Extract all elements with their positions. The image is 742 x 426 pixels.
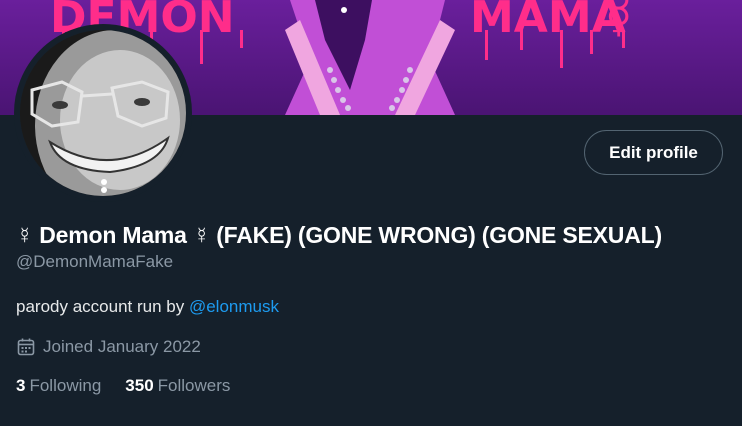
calendar-icon — [17, 338, 35, 356]
joined-date: Joined January 2022 — [16, 337, 201, 357]
follow-stats: 3 Following 350 Followers — [16, 376, 230, 396]
svg-text:MAMA: MAMA — [470, 0, 626, 43]
bio-mention-link[interactable]: @elonmusk — [189, 297, 279, 316]
followers-link[interactable]: 350 Followers — [125, 376, 230, 396]
following-link[interactable]: 3 Following — [16, 376, 101, 396]
edit-profile-button[interactable]: Edit profile — [584, 130, 723, 175]
bio: parody account run by @elonmusk — [16, 297, 279, 317]
followers-label: Followers — [157, 376, 231, 395]
bio-text: parody account run by — [16, 297, 189, 316]
display-name: ☿ Demon Mama ☿ (FAKE) (GONE WRONG) (GONE… — [16, 222, 662, 248]
joined-text: Joined January 2022 — [43, 337, 201, 356]
avatar[interactable] — [14, 24, 192, 202]
following-count: 3 — [16, 376, 26, 395]
following-label: Following — [29, 376, 102, 395]
svg-text:☿: ☿ — [605, 0, 632, 43]
avatar-photo-icon — [20, 30, 186, 196]
user-handle: @DemonMamaFake — [16, 252, 174, 271]
followers-count: 350 — [125, 376, 154, 395]
